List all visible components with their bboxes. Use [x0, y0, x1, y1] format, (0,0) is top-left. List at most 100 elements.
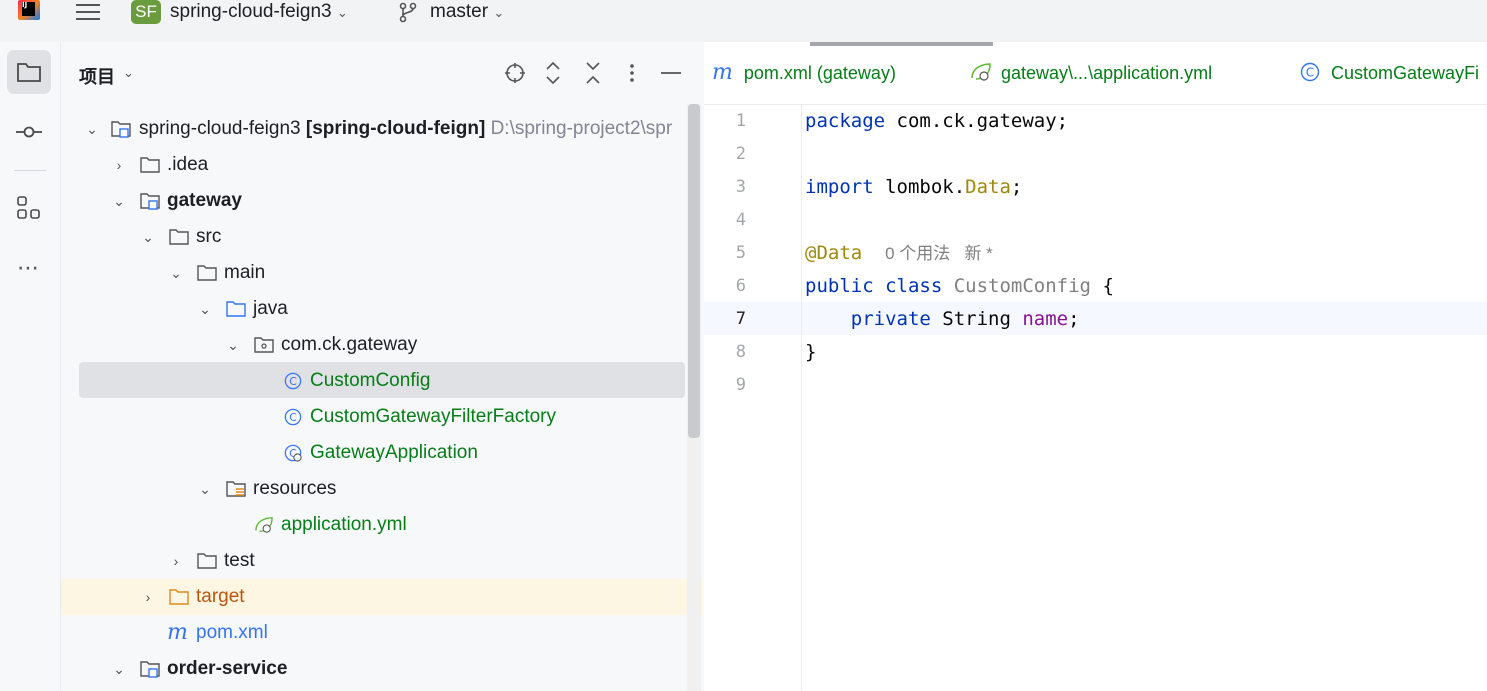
tree-label: order-service	[167, 658, 288, 679]
module-folder-icon	[140, 193, 160, 210]
chevron-down-icon[interactable]: ⌄	[225, 327, 241, 363]
class-name: CustomConfig	[942, 275, 1091, 297]
folder-icon	[169, 229, 189, 245]
code-line-3[interactable]: import lombok.Data;	[805, 171, 1022, 204]
source-folder-icon	[226, 301, 246, 317]
project-switcher[interactable]: spring-cloud-feign3 ⌄	[170, 0, 348, 25]
module-name: [spring-cloud-feign]	[305, 118, 486, 139]
line-number: 5	[735, 243, 746, 263]
tree-label: .idea	[167, 154, 209, 175]
chevron-down-icon[interactable]: ⌄	[140, 219, 156, 255]
import-path: lombok.	[873, 176, 966, 198]
project-badge[interactable]: SF	[131, 0, 161, 24]
usage-inlay-hint[interactable]: 0 个用法 新 *	[885, 244, 993, 263]
annotation: @Data	[805, 242, 863, 264]
chevron-right-icon[interactable]: ›	[168, 543, 184, 579]
excluded-row-highlight	[61, 579, 703, 615]
tree-label: gateway	[167, 190, 242, 211]
spring-config-icon	[255, 517, 273, 533]
panel-title[interactable]: 项目	[79, 63, 115, 89]
tree-label: pom.xml	[196, 622, 268, 643]
keyword: class	[873, 275, 943, 297]
folder-icon	[140, 157, 160, 173]
code-line-1[interactable]: package com.ck.gateway;	[805, 105, 1068, 138]
main-menu-button[interactable]	[74, 1, 102, 23]
chevron-down-icon: ⌄	[336, 5, 348, 20]
tab-customgatewayfilterfactory[interactable]: C CustomGatewayFi	[1300, 61, 1487, 85]
folder-icon	[17, 63, 41, 82]
tree-label: main	[224, 262, 266, 283]
tree-label: com.ck.gateway	[281, 334, 418, 355]
tree-label: CustomConfig	[310, 370, 431, 391]
line-number: 1	[735, 111, 746, 131]
chevron-right-icon[interactable]: ›	[140, 579, 156, 615]
code-line-7[interactable]: private String name;	[805, 303, 1080, 336]
active-tab-indicator	[810, 42, 993, 46]
svg-text:C: C	[1306, 66, 1314, 80]
tab-application-yml[interactable]: gateway\...\application.yml	[970, 61, 1212, 85]
maven-icon: m	[712, 60, 733, 85]
import-class: Data	[965, 176, 1011, 198]
options-menu-icon[interactable]	[619, 60, 645, 86]
editor-area[interactable]	[704, 42, 1487, 691]
toolstrip-divider	[14, 170, 46, 171]
code-line-6[interactable]: public class CustomConfig {	[805, 270, 1114, 303]
tab-label: gateway\...\application.yml	[1001, 63, 1213, 83]
brace: {	[1091, 275, 1114, 297]
collapse-all-icon[interactable]	[580, 60, 606, 86]
tree-scrollbar-thumb[interactable]	[688, 104, 700, 438]
field-name: name	[1010, 308, 1069, 330]
chevron-down-icon[interactable]: ⌄	[197, 291, 213, 327]
package-name: com.ck.gateway;	[885, 110, 1069, 132]
keyword: public	[805, 275, 874, 297]
gutter-divider	[801, 104, 802, 691]
expand-all-icon[interactable]	[540, 60, 566, 86]
tree-label: CustomGatewayFilterFactory	[310, 406, 557, 427]
intellij-logo-icon[interactable]: IJ	[18, 0, 40, 20]
folder-icon	[197, 553, 217, 569]
chevron-down-icon[interactable]: ⌄	[111, 183, 127, 219]
chevron-right-icon[interactable]: ›	[111, 147, 127, 183]
semicolon: ;	[1010, 176, 1023, 198]
hide-panel-icon[interactable]	[658, 60, 684, 86]
branch-name: master	[430, 1, 489, 22]
chevron-down-icon: ⌄	[493, 5, 505, 20]
tree-label: target	[196, 586, 245, 607]
commit-icon	[16, 126, 42, 138]
keyword: private	[850, 308, 931, 330]
line-number: 3	[735, 177, 746, 197]
chevron-down-icon[interactable]: ⌄	[84, 111, 100, 147]
resources-folder-icon	[226, 481, 246, 497]
line-number-current: 7	[735, 309, 746, 329]
git-branch-icon[interactable]	[397, 1, 419, 23]
code-line-5[interactable]: @Data 0 个用法 新 *	[805, 237, 993, 270]
type-name: String	[930, 308, 1011, 330]
structure-icon	[17, 196, 40, 219]
chevron-down-icon[interactable]: ⌄	[197, 471, 213, 507]
more-tools-button[interactable]: ⋯	[7, 246, 51, 290]
code-line-8[interactable]: }	[805, 336, 816, 369]
branch-switcher[interactable]: master ⌄	[430, 0, 504, 25]
tab-label: CustomGatewayFi	[1331, 63, 1480, 83]
chevron-down-icon[interactable]: ⌄	[123, 65, 134, 81]
commit-tool-button[interactable]	[7, 110, 51, 154]
project-tool-button[interactable]	[7, 50, 51, 94]
line-number: 2	[735, 144, 746, 164]
chevron-down-icon[interactable]: ⌄	[168, 255, 184, 291]
tree-item-root[interactable]: ⌄ spring-cloud-feign3 [spring-cloud-feig…	[79, 111, 687, 147]
folder-icon	[197, 265, 217, 281]
line-number: 8	[735, 342, 746, 362]
package-icon	[254, 337, 274, 353]
tab-label: pom.xml (gateway)	[743, 63, 896, 83]
structure-tool-button[interactable]	[7, 186, 51, 230]
locate-file-icon[interactable]	[502, 60, 528, 86]
tree-label: java	[253, 298, 288, 319]
brace: }	[805, 341, 817, 363]
tab-pom-xml[interactable]: m pom.xml (gateway)	[712, 61, 896, 85]
spring-config-icon	[971, 63, 991, 81]
chevron-down-icon[interactable]: ⌄	[111, 651, 127, 687]
module-folder-icon	[111, 121, 131, 138]
class-icon: C	[284, 372, 302, 390]
module-path: D:\spring-project2\spr	[490, 118, 673, 139]
